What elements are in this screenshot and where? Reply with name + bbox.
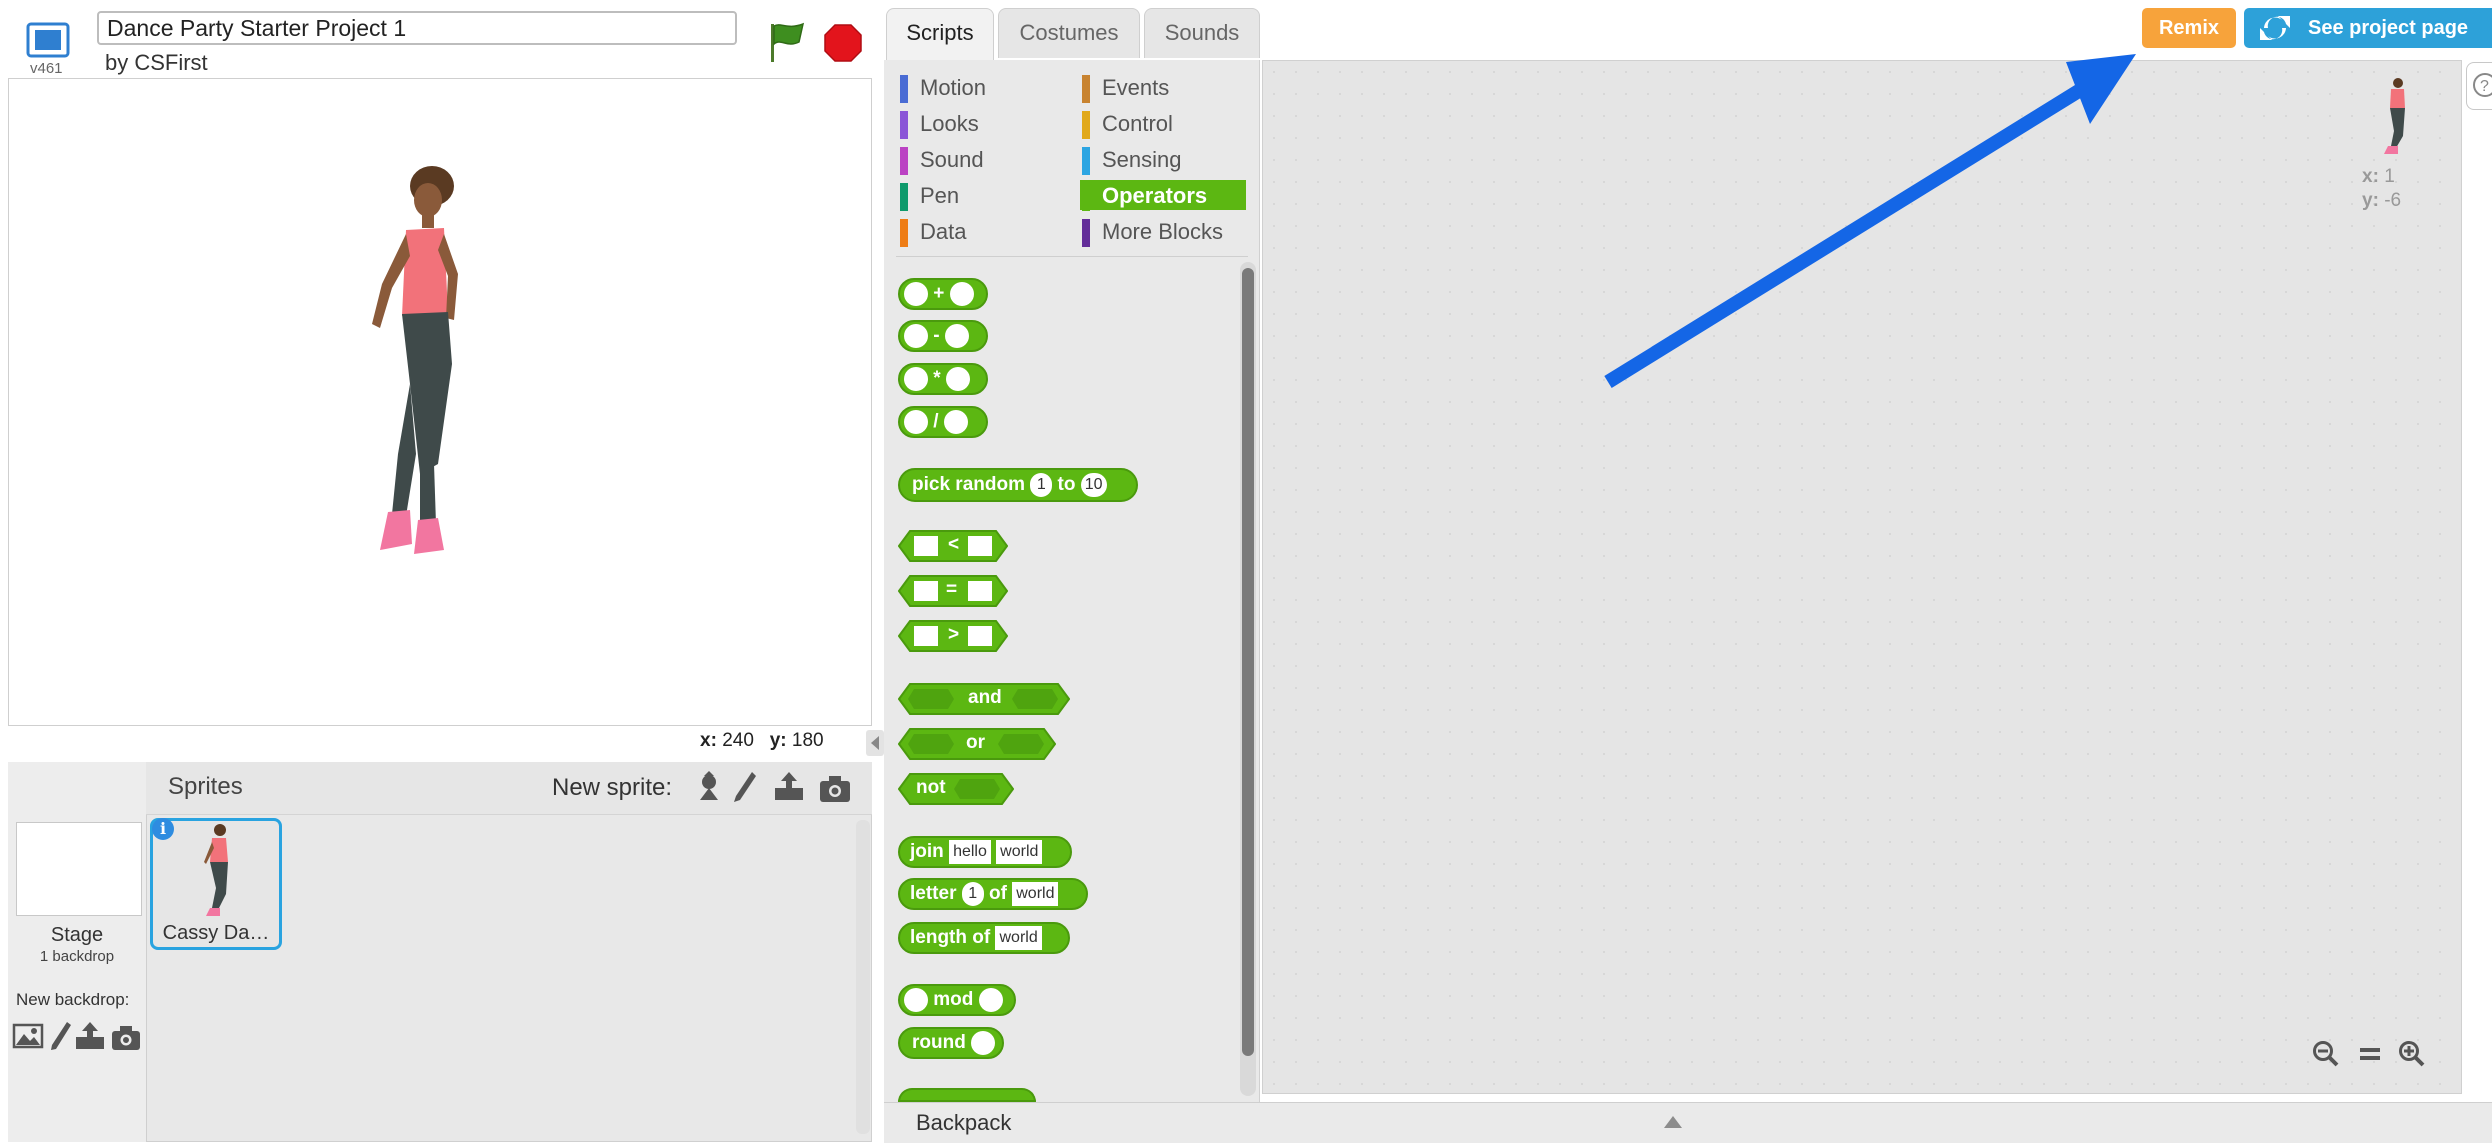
sprite-name-label: Cassy Da… <box>162 922 270 944</box>
scripts-workspace[interactable] <box>1262 60 2462 1094</box>
camera-backdrop-icon[interactable] <box>110 1024 142 1052</box>
dancer-sprite-image[interactable] <box>350 164 490 604</box>
block-equals[interactable]: = <box>946 579 957 601</box>
sprites-title: Sprites <box>168 773 243 800</box>
block-round[interactable]: round <box>898 1027 1004 1059</box>
tab-sounds[interactable]: Sounds <box>1144 8 1260 58</box>
zoom-in-icon[interactable] <box>2398 1040 2426 1068</box>
sprite-info-icon[interactable]: i <box>152 818 174 840</box>
block-or[interactable]: or <box>966 732 985 754</box>
block-not[interactable]: not <box>916 777 946 799</box>
stage-label: Stage <box>50 924 104 946</box>
block-length-of[interactable]: length of world <box>898 922 1070 954</box>
sprite-x-position: x: 1 <box>2362 166 2395 187</box>
version-label: v461 <box>30 60 63 77</box>
collapse-stage-arrow-icon[interactable] <box>866 730 884 756</box>
block-add[interactable]: + <box>898 278 988 310</box>
backdrop-library-icon[interactable] <box>12 1022 44 1050</box>
category-divider <box>896 256 1248 257</box>
sprite-y-position: y: -6 <box>2362 190 2402 211</box>
green-flag-icon[interactable] <box>765 20 807 64</box>
backpack-bar[interactable] <box>884 1102 2492 1143</box>
paint-backdrop-icon[interactable] <box>48 1020 74 1052</box>
stage-backdrop-count: 1 backdrop <box>39 948 115 965</box>
project-title-input[interactable] <box>97 11 737 45</box>
upload-sprite-icon[interactable] <box>772 770 806 804</box>
expand-backpack-arrow-icon[interactable] <box>1664 1116 1682 1128</box>
stage-thumbnail[interactable] <box>16 822 142 916</box>
camera-sprite-icon[interactable] <box>818 772 852 806</box>
block-pick-random[interactable]: pick random 1 to 10 <box>898 468 1138 502</box>
sprite-thumbnail-image <box>204 824 228 916</box>
sprite-pane-scrollbar[interactable] <box>856 820 870 1134</box>
block-divide[interactable]: / <box>898 406 988 438</box>
block-and[interactable]: and <box>968 687 1002 709</box>
upload-backdrop-icon[interactable] <box>74 1020 106 1052</box>
stage-mouse-coordinates: x: 240 y: 180 <box>700 730 824 751</box>
new-backdrop-label: New backdrop: <box>16 990 130 1009</box>
block-subtract[interactable]: - <box>898 320 988 352</box>
block-greater-than[interactable]: > <box>948 624 959 646</box>
help-tab[interactable]: ? <box>2466 62 2492 110</box>
sprites-header <box>146 762 872 815</box>
fullscreen-icon[interactable] <box>26 22 70 58</box>
palette-scrollbar-thumb[interactable] <box>1242 268 1254 1056</box>
zoom-reset-icon[interactable] <box>2356 1040 2384 1068</box>
block-partially-visible[interactable] <box>898 1088 1036 1102</box>
block-mod[interactable]: mod <box>898 984 1016 1016</box>
current-sprite-preview <box>2384 78 2405 154</box>
block-letter-of[interactable]: letter 1 of world <box>898 878 1088 910</box>
remix-button[interactable]: Remix <box>2142 8 2236 48</box>
block-join[interactable]: join hello world <box>898 836 1072 868</box>
backpack-label: Backpack <box>916 1110 1012 1135</box>
tab-scripts[interactable]: Scripts <box>886 8 994 62</box>
block-less-than[interactable]: < <box>948 534 959 556</box>
block-multiply[interactable]: * <box>898 363 988 395</box>
zoom-out-icon[interactable] <box>2312 1040 2340 1068</box>
new-sprite-label: New sprite: <box>552 774 673 801</box>
project-author: by CSFirst <box>105 50 208 75</box>
stop-sign-icon[interactable] <box>824 24 862 62</box>
choose-sprite-from-library-icon[interactable] <box>692 770 726 804</box>
tab-costumes[interactable]: Costumes <box>998 8 1140 58</box>
swap-arrows-icon <box>2260 16 2290 40</box>
paint-new-sprite-icon[interactable] <box>728 770 762 804</box>
see-project-page-button[interactable]: See project page <box>2244 8 2492 48</box>
svg-text:?: ? <box>2480 78 2489 95</box>
